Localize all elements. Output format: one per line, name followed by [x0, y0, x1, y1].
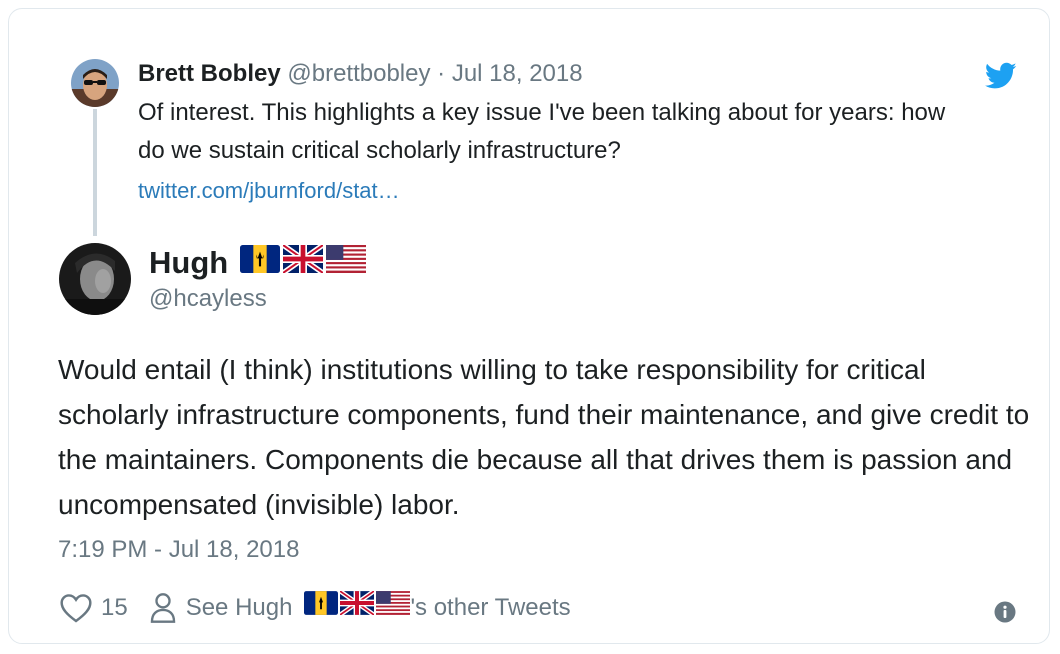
- quoted-tweet-header: Brett Bobley @brettbobley · Jul 18, 2018: [138, 58, 583, 90]
- tweet-actions-bar: 15 See Hugh 's other Tweets: [59, 589, 571, 625]
- tweet-timestamp[interactable]: 7:19 PM - Jul 18, 2018: [58, 534, 299, 566]
- person-icon: [150, 593, 175, 623]
- info-icon[interactable]: [994, 601, 1016, 623]
- thread-connector-line: [93, 109, 97, 236]
- us-flag-icon: [326, 243, 367, 283]
- author-avatar[interactable]: [59, 243, 131, 315]
- quoted-tweet-link[interactable]: twitter.com/jburnford/stat…: [138, 175, 400, 207]
- see-other-tweets-flags: [304, 589, 411, 625]
- uk-flag-icon: [339, 589, 376, 625]
- see-other-tweets-link[interactable]: See Hugh 's other Tweets: [150, 589, 571, 625]
- see-other-tweets-suffix: 's other Tweets: [410, 594, 571, 621]
- heart-icon: [60, 594, 92, 623]
- author-name-flags: [240, 242, 367, 283]
- like-button[interactable]: 15: [59, 591, 128, 625]
- barbados-flag-icon: [240, 243, 281, 283]
- see-other-tweets-prefix: See Hugh: [185, 594, 293, 621]
- author-name-text: Hugh: [149, 245, 229, 280]
- twitter-bird-icon[interactable]: [984, 62, 1017, 90]
- header-separator: ·: [437, 60, 446, 87]
- quoted-tweet-text: Of interest. This highlights a key issue…: [138, 99, 946, 164]
- author-handle[interactable]: @hcayless: [149, 283, 267, 315]
- uk-flag-icon: [281, 242, 325, 283]
- tweet-body-text: Would entail (I think) institutions will…: [58, 354, 1030, 520]
- barbados-flag-icon: [304, 591, 339, 625]
- quoted-tweet-date[interactable]: Jul 18, 2018: [452, 60, 583, 87]
- quoted-author-name[interactable]: Brett Bobley: [138, 60, 281, 87]
- quoted-author-handle[interactable]: @brettbobley: [287, 60, 430, 87]
- us-flag-icon: [376, 591, 411, 625]
- like-count: 15: [101, 594, 128, 621]
- embedded-tweet-card: Brett Bobley @brettbobley · Jul 18, 2018…: [8, 8, 1050, 644]
- author-display-name[interactable]: Hugh: [149, 242, 367, 283]
- quoted-author-avatar[interactable]: [71, 59, 119, 107]
